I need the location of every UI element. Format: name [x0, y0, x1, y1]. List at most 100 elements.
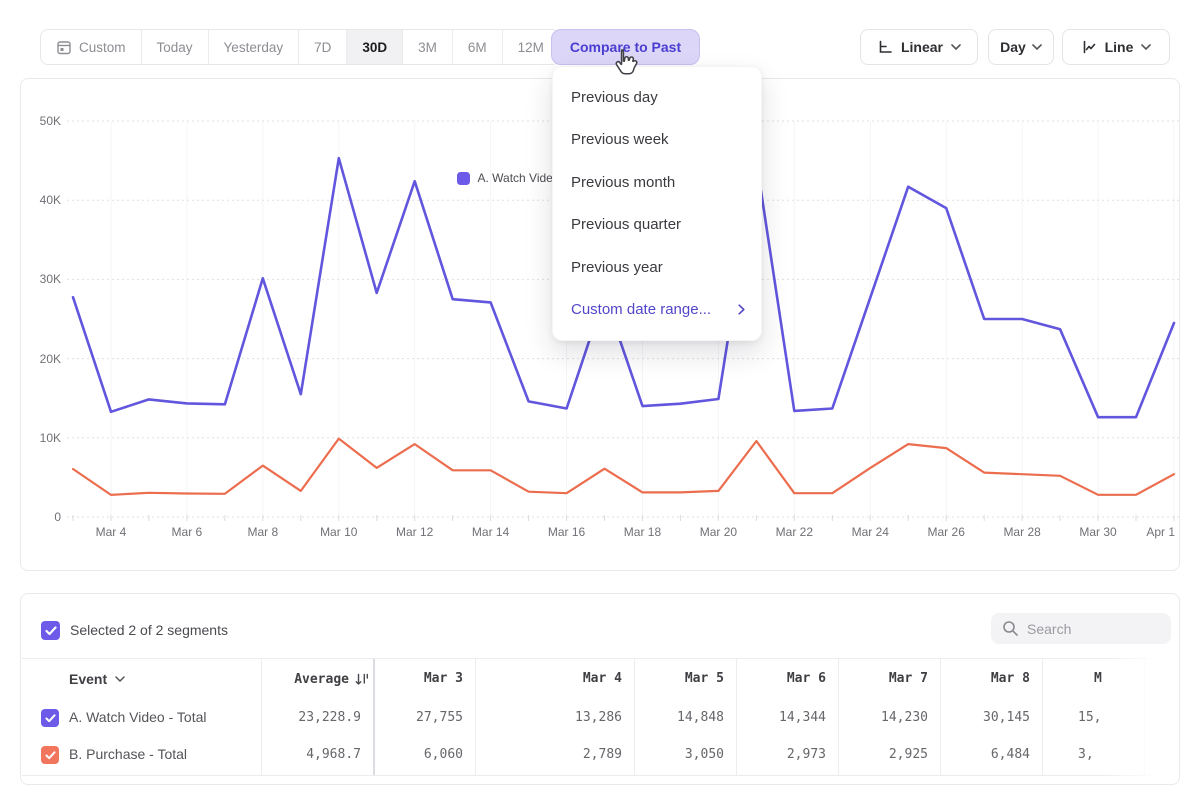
column-header-mar-8[interactable]: Mar 8: [940, 659, 1042, 699]
column-divider: [475, 659, 476, 775]
column-header-mar-5[interactable]: Mar 5: [634, 659, 736, 699]
x-axis-tick-label: Mar 22: [764, 525, 824, 540]
range-label: Custom: [79, 40, 126, 55]
x-axis-tick-label: Mar 8: [233, 525, 293, 540]
range-label: 6M: [468, 40, 487, 55]
range-button-today[interactable]: Today: [141, 30, 208, 64]
x-axis-tick-label: Mar 6: [157, 525, 217, 540]
column-header-mar-4[interactable]: Mar 4: [475, 659, 634, 699]
average-value: 4,968.7: [261, 736, 373, 773]
event-header-label: Event: [69, 671, 107, 687]
chevron-right-icon: [738, 304, 745, 315]
cell-value: 6,060: [373, 736, 475, 773]
menu-item-previous-week[interactable]: Previous week: [553, 119, 761, 162]
compare-to-past-menu: Previous dayPrevious weekPrevious monthP…: [552, 66, 762, 341]
column-divider: [940, 659, 941, 775]
chart-type-dropdown-button[interactable]: Line: [1062, 29, 1170, 65]
column-divider: [736, 659, 737, 775]
segment-name: B. Purchase - Total: [69, 736, 187, 773]
menu-item-custom-date-range[interactable]: Custom date range...: [553, 289, 761, 332]
column-header-average[interactable]: Average: [261, 659, 373, 699]
range-button-7d[interactable]: 7D: [298, 30, 346, 64]
cell-value: 2,973: [736, 736, 838, 773]
cell-value: 14,230: [838, 699, 940, 736]
y-axis-tick-label: 50K: [21, 113, 61, 129]
table-row-a-watch-video-total[interactable]: A. Watch Video - Total23,228.927,75513,2…: [21, 699, 1179, 736]
check-icon: [45, 714, 56, 723]
search-box: [991, 613, 1171, 644]
menu-item-previous-quarter[interactable]: Previous quarter: [553, 204, 761, 247]
cell-value: 14,848: [634, 699, 736, 736]
y-axis-tick-label: 10K: [21, 430, 61, 446]
range-label: Yesterday: [224, 40, 284, 55]
cell-value: 14,344: [736, 699, 838, 736]
cell-value: 3,050: [634, 736, 736, 773]
table-divider: [22, 775, 1178, 776]
scale-label: Linear: [901, 39, 943, 55]
menu-item-previous-month[interactable]: Previous month: [553, 161, 761, 204]
custom-date-range-label: Custom date range...: [571, 301, 711, 318]
x-axis-tick-label: Mar 20: [688, 525, 748, 540]
chart-type-label: Line: [1105, 39, 1134, 55]
compare-to-past-button[interactable]: Compare to Past: [551, 29, 700, 65]
scale-dropdown-button[interactable]: Linear: [860, 29, 978, 65]
segments-table-card: Selected 2 of 2 segments Event Average: [20, 593, 1180, 785]
interval-dropdown-button[interactable]: Day: [988, 29, 1054, 65]
series-line-b-purchase-total[interactable]: [73, 439, 1174, 495]
x-axis-tick-label: Apr 1: [1131, 525, 1175, 540]
y-axis-tick-label: 30K: [21, 271, 61, 287]
range-button-yesterday[interactable]: Yesterday: [208, 30, 299, 64]
range-button-30d[interactable]: 30D: [346, 30, 402, 64]
menu-item-previous-day[interactable]: Previous day: [553, 76, 761, 119]
column-divider: [634, 659, 635, 775]
x-axis-tick-label: Mar 12: [385, 525, 445, 540]
select-all-checkbox[interactable]: [41, 621, 60, 640]
date-range-segmented-control: CustomTodayYesterday7D30D3M6M12M: [40, 29, 560, 65]
range-button-6m[interactable]: 6M: [452, 30, 502, 64]
x-axis-tick-label: Mar 26: [916, 525, 976, 540]
row-checkbox[interactable]: [41, 746, 59, 764]
column-divider: [1042, 659, 1043, 775]
column-header-mar-3[interactable]: Mar 3: [373, 659, 475, 699]
y-axis-tick-label: 0: [21, 509, 61, 525]
range-button-custom[interactable]: Custom: [41, 30, 141, 64]
cell-value: 30,145: [940, 699, 1042, 736]
cell-value: 27,755: [373, 699, 475, 736]
segment-name: A. Watch Video - Total: [69, 699, 206, 736]
x-axis-tick-label: Mar 28: [992, 525, 1052, 540]
cell-value: 2,789: [475, 736, 634, 773]
linear-axis-icon: [877, 39, 893, 55]
interval-label: Day: [1000, 39, 1026, 55]
chevron-down-icon: [1032, 44, 1042, 50]
column-divider: [261, 659, 262, 775]
table-right-fade: [1101, 658, 1179, 776]
column-header-event[interactable]: Event: [69, 659, 125, 699]
column-header-mar-7[interactable]: Mar 7: [838, 659, 940, 699]
chevron-down-icon: [951, 44, 961, 50]
range-label: 30D: [362, 40, 387, 55]
x-axis-tick-label: Mar 16: [537, 525, 597, 540]
x-axis-tick-label: Mar 24: [840, 525, 900, 540]
legend-swatch-purple: [457, 172, 470, 185]
row-checkbox[interactable]: [41, 709, 59, 727]
segments-table: Selected 2 of 2 segments Event Average: [21, 594, 1179, 784]
x-axis-tick-label: Mar 10: [309, 525, 369, 540]
range-button-3m[interactable]: 3M: [402, 30, 452, 64]
check-icon: [45, 626, 57, 636]
column-header-mar-6[interactable]: Mar 6: [736, 659, 838, 699]
check-icon: [45, 751, 56, 760]
x-axis-tick-label: Mar 18: [612, 525, 672, 540]
table-row-b-purchase-total[interactable]: B. Purchase - Total 4,968.76,0602,7893,05…: [21, 736, 1179, 773]
search-icon: [1002, 620, 1019, 637]
x-axis-tick-label: Mar 14: [461, 525, 521, 540]
range-label: 3M: [418, 40, 437, 55]
analytics-dashboard: CustomTodayYesterday7D30D3M6M12M Compare…: [0, 0, 1200, 802]
x-axis-tick-label: Mar 4: [81, 525, 141, 540]
average-header-label: Average: [294, 672, 349, 687]
column-divider: [373, 659, 375, 775]
menu-item-previous-year[interactable]: Previous year: [553, 246, 761, 289]
chevron-down-icon: [115, 676, 125, 682]
cell-value: 6,484: [940, 736, 1042, 773]
x-axis-tick-label: Mar 30: [1068, 525, 1128, 540]
range-label: 7D: [314, 40, 331, 55]
